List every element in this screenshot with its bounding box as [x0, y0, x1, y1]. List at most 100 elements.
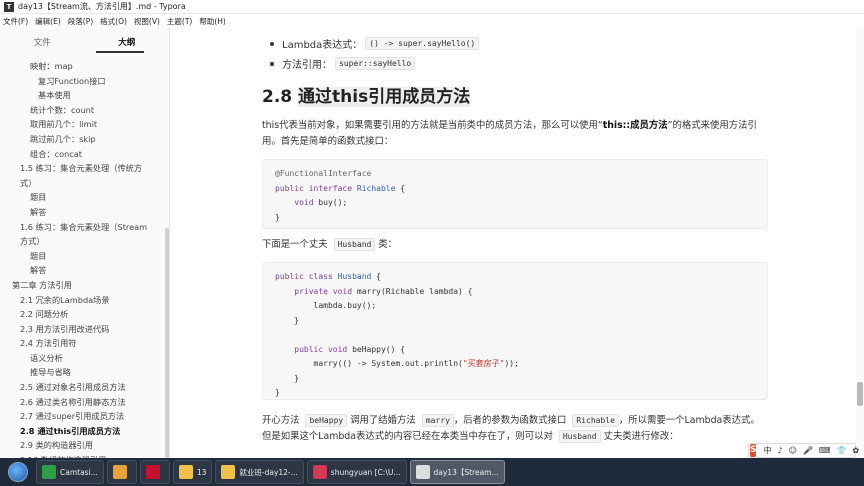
windows-orb-icon	[8, 462, 28, 482]
code-line: }	[275, 388, 280, 397]
outline-item[interactable]: 跳过前几个：skip	[0, 132, 166, 147]
editor-content[interactable]: Lambda表达式： () -> super.sayHello() 方法引用： …	[170, 28, 854, 458]
inline-code: Richable	[572, 414, 619, 427]
outline-item[interactable]: 2.6 通过类名称引用静态方法	[0, 395, 166, 410]
outline-item[interactable]: 式）	[0, 176, 166, 191]
taskbar-button[interactable]	[106, 460, 137, 484]
app-icon	[145, 465, 160, 479]
inline-code: beHappy	[305, 414, 348, 427]
menu-item[interactable]: 帮助(H)	[196, 16, 230, 27]
ime-tool-icon[interactable]: ☺	[789, 446, 797, 455]
taskbar-button[interactable]: Camtasi...	[36, 460, 104, 484]
app-icon	[312, 465, 327, 479]
taskbar-button[interactable]: 就业班-day12-...	[215, 460, 304, 484]
ime-tool-icon[interactable]: ♪	[777, 446, 782, 455]
paragraph-text: ，后者的参数为函数式接口	[453, 415, 570, 426]
outline-item[interactable]: 2.1 冗余的Lambda场景	[0, 293, 166, 308]
ime-tool-icon[interactable]: 🎤	[803, 446, 813, 455]
heading-text: 通过this引用成员方法	[298, 87, 471, 107]
outline-item[interactable]: 2.5 通过对象名引用成员方法	[0, 380, 166, 395]
outline-item[interactable]: 第二章 方法引用	[0, 278, 166, 293]
ime-tool-icon[interactable]: 👕	[836, 446, 846, 455]
active-tab-indicator	[96, 51, 144, 53]
typora-app-icon: T	[4, 1, 14, 12]
outline-item[interactable]: 1.5 练习：集合元素处理（传统方	[0, 161, 166, 176]
code-line: }	[275, 212, 280, 222]
outline-item[interactable]: 方式）	[0, 234, 166, 249]
start-button[interactable]	[0, 458, 36, 486]
sidebar: 文件 大纲 映射：map 复习Function接口 基本使用 统计个数：count 取用…	[0, 28, 170, 458]
code-block[interactable]: public class Husband { private void marr…	[262, 262, 768, 400]
outline-item[interactable]: 取用前几个：limit	[0, 117, 166, 132]
outline-list: 映射：map 复习Function接口 基本使用 统计个数：count 取用前几个：li…	[0, 59, 166, 458]
taskbar-button[interactable]: day13【Stream...	[409, 460, 505, 484]
inline-code: Husband	[333, 238, 376, 251]
menu-item[interactable]: 格式(O)	[97, 16, 131, 27]
code-line: public interface Richable {	[275, 183, 406, 193]
ime-tool-icon[interactable]: ✿	[852, 446, 859, 455]
menu-item[interactable]: 文件(F)	[0, 16, 32, 27]
taskbar-label: Camtasi...	[60, 467, 98, 477]
code-line: }	[275, 315, 300, 325]
sidebar-scrollbar[interactable]	[165, 228, 169, 458]
window-title: day13【Stream流、方法引用】.md - Typora	[18, 2, 186, 11]
taskbar: Camtasi... 13 就业班-day12-... shungyuan [C:\U…	[0, 458, 864, 486]
heading-number: 2.8	[262, 87, 293, 107]
menu-item[interactable]: 编辑(E)	[32, 16, 65, 27]
outline-item[interactable]: 2.3 用方法引用改进代码	[0, 322, 166, 337]
ime-tool-icon[interactable]: ⌨	[819, 446, 831, 455]
editor-scrollbar[interactable]	[856, 28, 864, 458]
outline-item[interactable]: 推导与省略	[0, 365, 166, 380]
taskbar-button[interactable]: shungyuan [C:\U...	[306, 460, 407, 484]
menu-bar: 文件(F) 编辑(E) 段落(P) 格式(O) 视图(V) 主题(T) 帮助(H)	[0, 14, 864, 28]
sidebar-tabs: 文件 大纲	[0, 28, 169, 56]
outline-item[interactable]: 题目	[0, 190, 166, 205]
app-icon	[112, 465, 127, 479]
app-icon	[178, 465, 193, 479]
taskbar-label: day13【Stream...	[433, 467, 499, 477]
outline-item[interactable]: 映射：map	[0, 59, 166, 74]
code-line: void buy();	[294, 198, 348, 207]
tab-files[interactable]: 文件	[0, 36, 85, 48]
list-item: 方法引用： super::sayHello	[270, 56, 416, 71]
inline-code: Husband	[558, 430, 601, 443]
outline-item[interactable]: 2.2 问题分析	[0, 307, 166, 322]
outline-item[interactable]: 1.6 练习：集合元素处理（Stream	[0, 220, 166, 235]
ime-toolbar[interactable]: S 中♪☺🎤⌨👕✿⋯	[748, 443, 859, 458]
outline-item[interactable]: 复习Function接口	[0, 74, 166, 89]
inline-code: super::sayHello	[335, 57, 416, 70]
menu-item[interactable]: 主题(T)	[164, 16, 196, 27]
paragraph: this代表当前对象，如果需要引用的方法就是当前类中的成员方法，那么可以使用“t…	[262, 118, 774, 150]
taskbar-button[interactable]	[139, 460, 170, 484]
code-line: @FunctionalInterface	[275, 169, 372, 178]
app-icon	[415, 465, 430, 479]
inline-code: () -> super.sayHello()	[365, 37, 480, 50]
menu-item[interactable]: 段落(P)	[65, 16, 97, 27]
tab-outline[interactable]: 大纲	[85, 36, 170, 48]
outline-item[interactable]: 语义分析	[0, 351, 166, 366]
outline-item[interactable]: 解答	[0, 263, 166, 278]
outline-item[interactable]: 基本使用	[0, 88, 166, 103]
ime-tool-icon[interactable]: 中	[763, 445, 771, 456]
sogou-logo-icon[interactable]: S	[750, 444, 757, 457]
outline-item[interactable]: 2.9 类的构造器引用	[0, 438, 166, 453]
section-heading: 2.8 通过this引用成员方法	[262, 82, 471, 107]
outline-item[interactable]: 题目	[0, 249, 166, 264]
code-line: lambda.buy();	[275, 301, 377, 310]
app-icon	[42, 465, 56, 479]
outline-item[interactable]: 2.4 方法引用符	[0, 336, 166, 351]
outline-item[interactable]: 2.7 通过super引用成员方法	[0, 409, 166, 424]
app-icon	[221, 465, 236, 479]
outline-item[interactable]: 解答	[0, 205, 166, 220]
paragraph: 开心方法 beHappy 调用了结婚方法 marry ，后者的参数为函数式接口 R…	[262, 413, 782, 445]
scrollbar-thumb[interactable]	[857, 382, 863, 406]
outline-item[interactable]: 2.8 通过this引用成员方法	[0, 424, 166, 439]
code-block[interactable]: @FunctionalInterface public interface Ric…	[262, 159, 768, 229]
menu-item[interactable]: 视图(V)	[131, 16, 164, 27]
taskbar-button[interactable]: 13	[172, 460, 213, 484]
code-line: marry(() -> System.out.println("买套房子"));	[275, 359, 519, 368]
paragraph-text: 但是如果这个Lambda表达式的内容已经在本类当中存在了，则可以对	[262, 431, 556, 442]
outline-item[interactable]: 统计个数：count	[0, 103, 166, 118]
outline-item[interactable]: 组合：concat	[0, 147, 166, 162]
